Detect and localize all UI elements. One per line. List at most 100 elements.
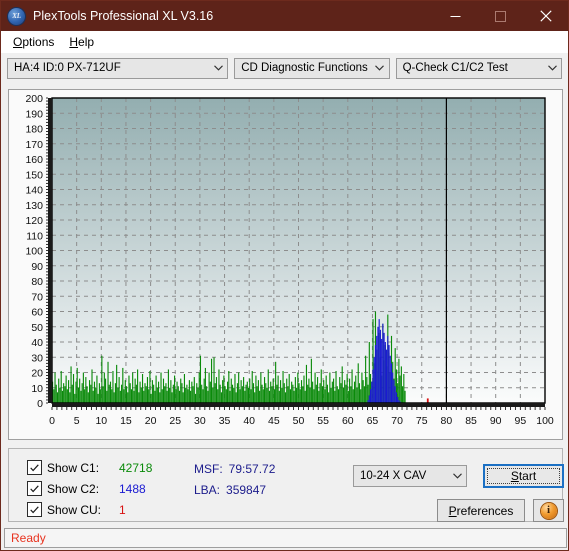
drive-select-value: HA:4 ID:0 PX-712UF	[14, 62, 121, 74]
show-cu-row[interactable]: Show CU: 1	[27, 502, 126, 517]
x-tick-label: 85	[465, 415, 477, 427]
checkmark-icon	[30, 505, 39, 513]
lba-label: LBA:	[194, 483, 221, 497]
chevron-down-icon	[209, 65, 227, 71]
chevron-down-icon	[448, 473, 466, 479]
title-bar: XL PlexTools Professional XL V3.16	[1, 1, 568, 31]
msf-value: 79:57.72	[228, 462, 276, 476]
x-tick-label: 75	[416, 415, 428, 427]
x-tick-label: 40	[243, 415, 255, 427]
chevron-down-icon	[371, 65, 389, 71]
show-cu-checkbox[interactable]	[27, 502, 42, 517]
y-tick-label: 150	[25, 169, 43, 181]
info-icon: i	[540, 502, 557, 519]
y-tick-label: 90	[31, 261, 43, 273]
show-c2-row[interactable]: Show C2: 1488	[27, 481, 146, 496]
status-text: Ready	[11, 531, 46, 545]
plextools-xl-icon: XL	[8, 7, 25, 25]
x-tick-label: 25	[169, 415, 181, 427]
y-tick-label: 40	[31, 337, 43, 349]
test-select-value: Q-Check C1/C2 Test	[402, 62, 508, 74]
y-tick-label: 100	[25, 246, 43, 258]
y-tick-label: 50	[31, 322, 43, 334]
start-accel: S	[510, 469, 519, 483]
menu-help-accel: H	[69, 35, 79, 49]
minimize-button[interactable]	[433, 1, 478, 31]
y-tick-label: 140	[25, 185, 43, 197]
x-tick-label: 60	[342, 415, 354, 427]
function-select[interactable]: CD Diagnostic Functions	[234, 57, 390, 79]
y-tick-label: 20	[31, 368, 43, 380]
show-c2-checkbox[interactable]	[27, 481, 42, 496]
info-icon-label: i	[546, 504, 551, 516]
x-tick-label: 45	[268, 415, 280, 427]
x-tick-label: 50	[293, 415, 305, 427]
show-c1-label: Show C1:	[47, 460, 100, 475]
error-chart-panel: 0 10 20 30 40 50 60 70 80 90 100 110 120 130 140 150 160…	[8, 89, 563, 440]
c2-count: 1488	[119, 481, 146, 496]
cu-count: 1	[119, 502, 126, 517]
close-icon	[539, 10, 552, 22]
app-icon-label: XL	[12, 12, 21, 20]
maximize-button[interactable]	[478, 1, 523, 31]
c1-c2-error-chart: 0102030405060708090100110120130140150160…	[25, 93, 554, 427]
function-select-value: CD Diagnostic Functions	[241, 62, 368, 74]
y-tick-label: 0	[37, 398, 43, 410]
x-tick-label: 30	[194, 415, 206, 427]
selector-bar: HA:4 ID:0 PX-712UF CD Diagnostic Functio…	[1, 53, 568, 83]
show-c1-checkbox[interactable]	[27, 460, 42, 475]
y-tick-label: 60	[31, 307, 43, 319]
control-panel: Show C1: 42718 Show C2: 1488 Show CU: 1 …	[8, 448, 564, 522]
y-tick-label: 10	[31, 383, 43, 395]
y-tick-label: 70	[31, 291, 43, 303]
x-tick-label: 90	[490, 415, 502, 427]
start-button-label: Start	[510, 469, 537, 483]
menu-options-accel: O	[13, 35, 23, 49]
start-button[interactable]: Start	[483, 464, 564, 488]
window-title: PlexTools Professional XL V3.16	[33, 9, 214, 23]
speed-select-value: 10-24 X CAV	[360, 470, 427, 482]
x-tick-label: 20	[145, 415, 157, 427]
msf-readout: MSF: 79:57.72	[194, 462, 275, 476]
status-bar: Ready	[4, 528, 567, 548]
y-tick-label: 160	[25, 154, 43, 166]
msf-label: MSF:	[194, 462, 223, 476]
x-tick-label: 15	[120, 415, 132, 427]
checkmark-icon	[30, 463, 39, 471]
y-tick-label: 170	[25, 139, 43, 151]
menu-bar: Options Help	[1, 31, 568, 53]
info-button[interactable]: i	[533, 499, 564, 522]
y-axis: 0 10 20 30 40 50 60 70 80 90 100 110 120 130 140 150 160…	[25, 93, 52, 410]
x-tick-label: 65	[367, 415, 379, 427]
preferences-button-label: Preferences	[448, 503, 514, 518]
menu-item-options[interactable]: Options	[7, 33, 63, 51]
menu-item-help[interactable]: Help	[63, 33, 103, 51]
show-c1-row[interactable]: Show C1: 42718	[27, 460, 152, 475]
x-tick-label: 80	[441, 415, 453, 427]
y-tick-label: 30	[31, 352, 43, 364]
x-tick-label: 55	[317, 415, 329, 427]
y-tick-label: 200	[25, 93, 43, 105]
test-select[interactable]: Q-Check C1/C2 Test	[395, 57, 562, 79]
speed-select[interactable]: 10-24 X CAV	[353, 465, 467, 487]
c1-count: 42718	[119, 460, 153, 475]
window-controls	[433, 1, 568, 31]
lba-value: 359847	[226, 483, 267, 497]
x-axis: 0 5 10 15 20 25 30 35 40 45 50 55 60 65 70 75 80 85 90 95 10…	[49, 403, 554, 427]
preferences-button[interactable]: Preferences	[437, 499, 525, 522]
show-c2-label: Show C2:	[47, 481, 100, 496]
show-cu-label: Show CU:	[47, 502, 102, 517]
y-tick-label: 110	[26, 230, 43, 242]
close-button[interactable]	[523, 1, 568, 31]
x-tick-label: 5	[74, 415, 80, 427]
drive-select[interactable]: HA:4 ID:0 PX-712UF	[7, 57, 229, 79]
y-tick-label: 190	[25, 108, 43, 120]
maximize-icon	[495, 10, 506, 22]
checkmark-icon	[30, 484, 39, 492]
x-tick-label: 10	[95, 415, 107, 427]
x-tick-label: 70	[391, 415, 403, 427]
x-tick-label: 95	[515, 415, 527, 427]
x-tick-label: 35	[219, 415, 231, 427]
pref-accel: P	[448, 503, 457, 518]
x-tick-label: 100	[536, 415, 554, 427]
